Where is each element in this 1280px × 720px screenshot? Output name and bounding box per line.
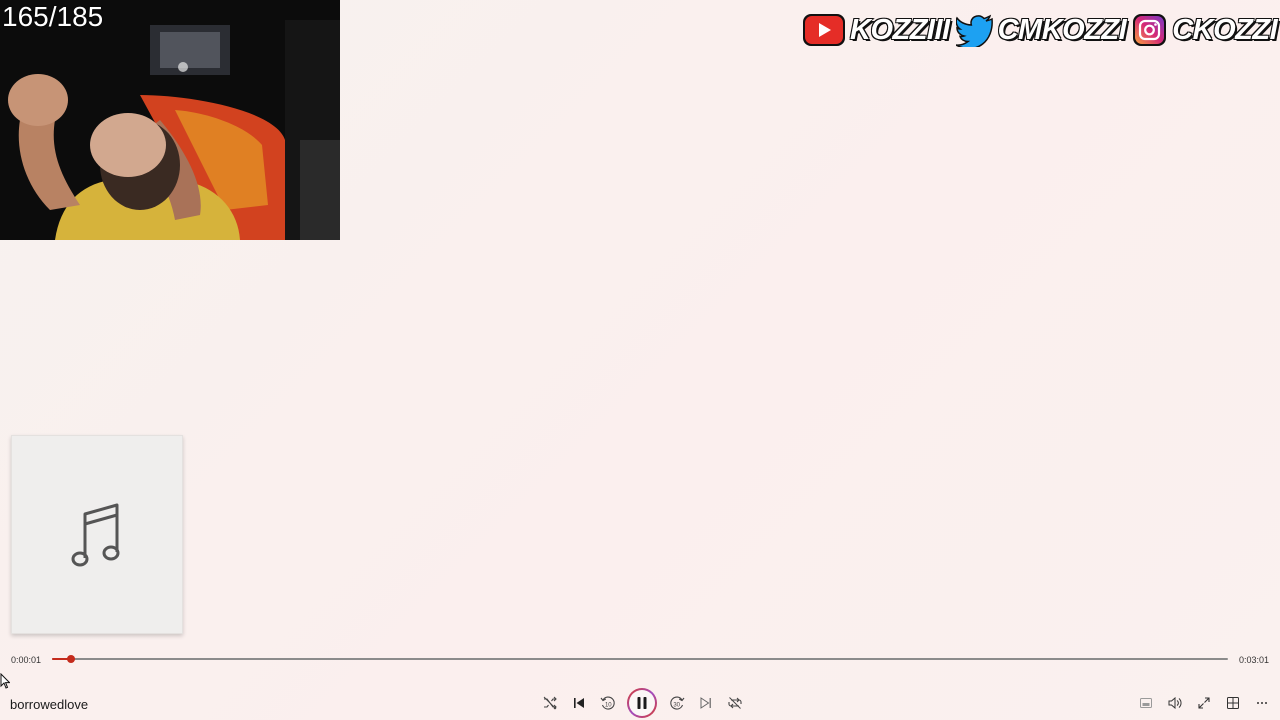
twitter-icon xyxy=(955,14,993,47)
repeat-button[interactable] xyxy=(720,686,749,720)
pause-icon xyxy=(637,697,647,709)
volume-icon xyxy=(1168,697,1181,709)
miniplayer-button[interactable] xyxy=(1131,691,1160,715)
instagram-icon xyxy=(1133,14,1167,46)
previous-button[interactable] xyxy=(564,686,593,720)
total-time: 0:03:01 xyxy=(1238,655,1269,665)
item-counter: 165/185 xyxy=(2,1,104,32)
secondary-controls xyxy=(1131,691,1276,715)
skip-back-10-icon: 10 xyxy=(600,696,615,710)
play-pause-button[interactable] xyxy=(625,686,659,720)
play-pause-ring xyxy=(627,688,657,718)
previous-icon xyxy=(573,698,584,708)
skip-back-button[interactable]: 10 xyxy=(593,686,622,720)
skip-forward-button[interactable]: 30 xyxy=(662,686,691,720)
volume-button[interactable] xyxy=(1160,691,1189,715)
mouse-cursor-icon xyxy=(0,673,10,689)
track-title[interactable]: borrowedlove xyxy=(10,697,88,712)
fullscreen-button[interactable] xyxy=(1189,691,1218,715)
social-instagram: CKOZZI xyxy=(1132,13,1278,47)
skip-forward-30-icon: 30 xyxy=(669,696,684,710)
album-art[interactable] xyxy=(11,435,183,634)
more-options-button[interactable] xyxy=(1247,691,1276,715)
next-icon xyxy=(700,697,711,709)
seek-thumb[interactable] xyxy=(66,655,75,663)
social-youtube: KOZZIII xyxy=(802,13,951,47)
cast-icon xyxy=(1226,697,1239,709)
twitter-handle: CMKOZZI xyxy=(997,13,1128,47)
miniplayer-icon xyxy=(1139,698,1152,708)
skip-back-label: 10 xyxy=(604,703,611,709)
social-twitter: CMKOZZI xyxy=(955,13,1128,47)
next-button[interactable] xyxy=(691,686,720,720)
more-icon xyxy=(1256,702,1267,704)
youtube-handle: KOZZIII xyxy=(849,13,951,47)
seek-bar[interactable] xyxy=(52,655,1228,663)
elapsed-time: 0:00:01 xyxy=(11,655,42,665)
media-player-bar: 0:00:01 0:03:01 borrowedlove 10 30 xyxy=(0,646,1280,720)
social-handles-banner: KOZZIII CMKOZZI CKOZZI xyxy=(802,10,1280,50)
fullscreen-icon xyxy=(1197,697,1210,709)
repeat-off-icon xyxy=(727,697,742,709)
shuffle-button[interactable] xyxy=(535,686,564,720)
youtube-icon xyxy=(803,14,845,46)
playback-controls: 10 30 xyxy=(535,686,749,720)
webcam-overlay: 165/185 xyxy=(0,0,340,240)
cast-button[interactable] xyxy=(1218,691,1247,715)
webcam-feed-image xyxy=(0,0,340,240)
instagram-handle: CKOZZI xyxy=(1171,13,1278,47)
shuffle-icon xyxy=(543,696,557,710)
skip-forward-label: 30 xyxy=(673,703,680,709)
music-note-icon xyxy=(71,503,120,566)
